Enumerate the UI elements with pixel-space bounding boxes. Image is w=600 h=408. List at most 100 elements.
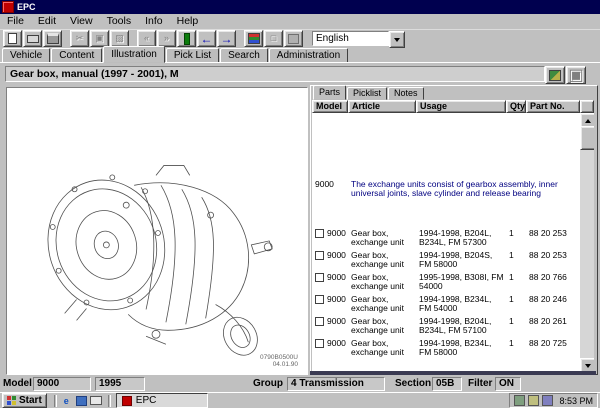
cell-model: 9000 [327, 228, 346, 238]
tab-pick-list[interactable]: Pick List [166, 48, 219, 63]
arrow-up-icon [585, 119, 591, 123]
window-icon: ▣ [568, 65, 583, 85]
menu-edit[interactable]: Edit [31, 15, 63, 28]
tab-administration[interactable]: Administration [269, 48, 348, 63]
cell-model: 9000 [327, 338, 346, 348]
col-qty[interactable]: Qty [506, 100, 526, 113]
col-article[interactable]: Article [348, 100, 416, 113]
col-usage[interactable]: Usage [416, 100, 506, 113]
cut-button[interactable]: ✂ [70, 30, 89, 47]
row-checkbox[interactable] [315, 295, 324, 304]
cell-part-no: 88 20 253 [526, 250, 580, 269]
table-row[interactable]: 9000 Gear box, exchange unit 1995-1998, … [312, 272, 580, 291]
table-row[interactable]: 9000 Gear box, exchange unit 1994-1998, … [312, 228, 580, 247]
image-view-button[interactable] [545, 66, 565, 84]
tray-display-icon[interactable] [528, 395, 539, 406]
redo-button[interactable]: » [157, 30, 176, 47]
taskbar-separator [108, 395, 111, 407]
cell-usage: 1994-1998, B234L, FM 58000 [416, 338, 506, 357]
chevron-down-icon [394, 38, 400, 42]
table-row[interactable]: 9000 Gear box, exchange unit 1994-1998, … [312, 250, 580, 269]
redo-icon: » [164, 34, 169, 43]
menu-info[interactable]: Info [138, 15, 170, 28]
col-part-no[interactable]: Part No. [526, 100, 580, 113]
status-section-value: 05B [432, 377, 462, 391]
filter-button[interactable] [244, 30, 263, 47]
language-value[interactable]: English [312, 31, 389, 46]
tray-network-icon[interactable] [542, 395, 553, 406]
status-year-value: 1995 [95, 377, 145, 391]
cell-qty: 1 [506, 228, 526, 247]
gearbox-illustration [7, 88, 305, 372]
menu-file[interactable]: File [0, 15, 31, 28]
col-model[interactable]: Model [312, 100, 348, 113]
cell-qty: 1 [506, 272, 526, 291]
row-checkbox[interactable] [315, 339, 324, 348]
cell-part-no: 88 20 261 [526, 316, 580, 335]
scroll-down-button[interactable] [580, 358, 594, 371]
cell-model: 9000 [327, 272, 346, 282]
tab-parts[interactable]: Parts [313, 85, 346, 100]
detach-button[interactable]: ▣ [566, 66, 586, 84]
cell-article: Gear box, exchange unit [348, 316, 416, 335]
undo-button[interactable]: « [137, 30, 156, 47]
tab-content[interactable]: Content [51, 48, 102, 63]
table-row[interactable]: 9000 Gear box, exchange unit 1994-1998, … [312, 316, 580, 335]
start-label: Start [19, 395, 42, 406]
language-select[interactable]: English [312, 31, 405, 46]
paste-button[interactable]: ▨ [110, 30, 129, 47]
cell-part-no: 88 20 246 [526, 294, 580, 313]
flag-button[interactable] [284, 30, 303, 47]
parts-tab-bar: Parts Picklist Notes [313, 87, 425, 100]
print-button[interactable] [43, 30, 62, 47]
menu-help[interactable]: Help [170, 15, 206, 28]
tab-search[interactable]: Search [220, 48, 268, 63]
quick-launch-browser-icon[interactable]: e [60, 395, 73, 407]
table-row[interactable]: 9000 Gear box, exchange unit 1994-1998, … [312, 294, 580, 313]
cell-part-no: 88 20 766 [526, 272, 580, 291]
forward-button[interactable]: → [217, 30, 236, 47]
taskbar: Start e EPC 8:53 PM [0, 392, 600, 408]
language-dropdown-button[interactable] [389, 31, 405, 48]
note-text: The exchange units consist of gearbox as… [348, 179, 580, 198]
tray-volume-icon[interactable] [514, 395, 525, 406]
mark-button[interactable] [177, 30, 196, 47]
cell-usage: 1995-1998, B308I, FM 54000 [416, 272, 506, 291]
cell-article: Gear box, exchange unit [348, 250, 416, 269]
col-stub [580, 100, 594, 113]
tab-notes[interactable]: Notes [388, 87, 424, 100]
note-button[interactable]: □ [264, 30, 283, 47]
copy-button[interactable]: ▣ [90, 30, 109, 47]
windows-logo-icon [7, 396, 16, 405]
row-checkbox[interactable] [315, 229, 324, 238]
scrollbar-thumb[interactable] [580, 126, 594, 150]
open-button[interactable] [23, 30, 42, 47]
tab-vehicle[interactable]: Vehicle [2, 48, 50, 63]
row-checkbox[interactable] [315, 317, 324, 326]
note-row[interactable]: 9000 The exchange units consist of gearb… [312, 179, 580, 198]
tab-picklist[interactable]: Picklist [347, 87, 387, 100]
back-button[interactable]: ← [197, 30, 216, 47]
tab-illustration[interactable]: Illustration [103, 46, 165, 63]
undo-icon: « [144, 34, 149, 43]
quick-launch-mail-icon[interactable] [90, 395, 103, 407]
cell-model: 9000 [327, 294, 346, 304]
taskbar-task-epc[interactable]: EPC [116, 393, 208, 408]
row-checkbox[interactable] [315, 251, 324, 260]
work-area: Gear box, manual (1997 - 2001), M ▣ [0, 62, 600, 375]
status-group-label: Group [253, 378, 283, 389]
cell-model: 9000 [327, 250, 346, 260]
illustration-panel[interactable]: 0790B0500U 04.01.90 [6, 87, 308, 375]
menu-view[interactable]: View [63, 15, 100, 28]
new-button[interactable] [3, 30, 22, 47]
table-row[interactable]: 9000 Gear box, exchange unit 1994-1998, … [312, 338, 580, 357]
cell-model: 9000 [327, 316, 346, 326]
row-checkbox[interactable] [315, 273, 324, 282]
panel-bottom-strip [310, 371, 596, 375]
vertical-scrollbar[interactable] [580, 113, 594, 371]
quick-launch-desktop-icon[interactable] [75, 395, 88, 407]
cell-part-no: 88 20 725 [526, 338, 580, 357]
start-button[interactable]: Start [2, 393, 47, 408]
illustration-code: 0790B0500U 04.01.90 [260, 354, 298, 368]
menu-tools[interactable]: Tools [100, 15, 139, 28]
